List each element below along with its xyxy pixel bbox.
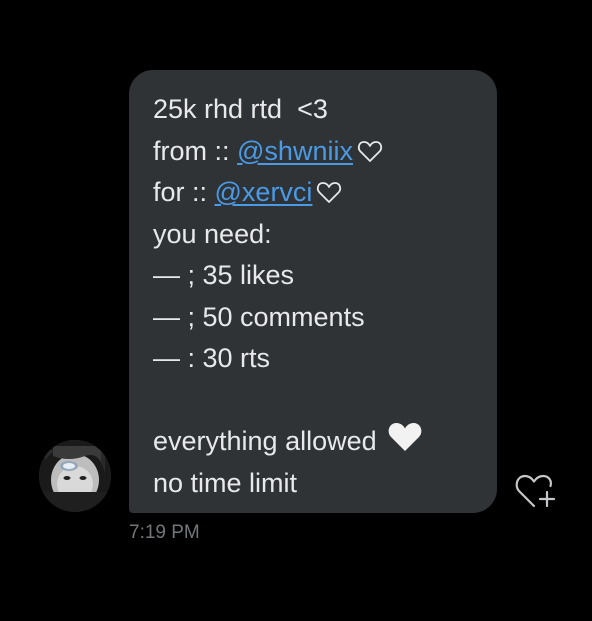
message-line-time-limit: no time limit	[153, 467, 298, 498]
message-line-allowed: everything allowed	[153, 421, 497, 463]
mention-link-shwniix[interactable]: @shwniix	[237, 136, 353, 166]
message-line-rts: — : 30 rts	[153, 343, 271, 373]
message-bubble[interactable]: 25k rhd rtd <3 from :: @shwniix for :: @…	[129, 70, 497, 513]
message-line-title: 25k rhd rtd <3	[153, 94, 328, 124]
for-label: for ::	[153, 177, 215, 207]
white-heart-outline-icon	[316, 175, 342, 217]
message-line-comments: — ; 50 comments	[153, 301, 365, 332]
avatar-image	[39, 440, 111, 512]
from-label: from ::	[153, 135, 238, 166]
message-line-for: for :: @xervci	[153, 172, 497, 214]
white-heart-outline-icon	[357, 134, 383, 176]
message-line-likes: — ; 35 likes	[153, 260, 295, 290]
message-timestamp: 7:19 PM	[129, 522, 200, 543]
sender-avatar[interactable]	[39, 440, 111, 512]
add-reaction-button[interactable]	[513, 470, 561, 512]
mention-link-xervci[interactable]: @xervci	[215, 177, 313, 207]
message-line-requirements-heading: you need:	[153, 218, 272, 249]
white-heart-emoji-icon	[387, 421, 423, 466]
message-line-blank	[153, 380, 497, 422]
message-line-from: from :: @shwniix	[153, 131, 497, 173]
heart-plus-icon	[515, 474, 556, 508]
allowed-text: everything allowed	[153, 426, 377, 456]
